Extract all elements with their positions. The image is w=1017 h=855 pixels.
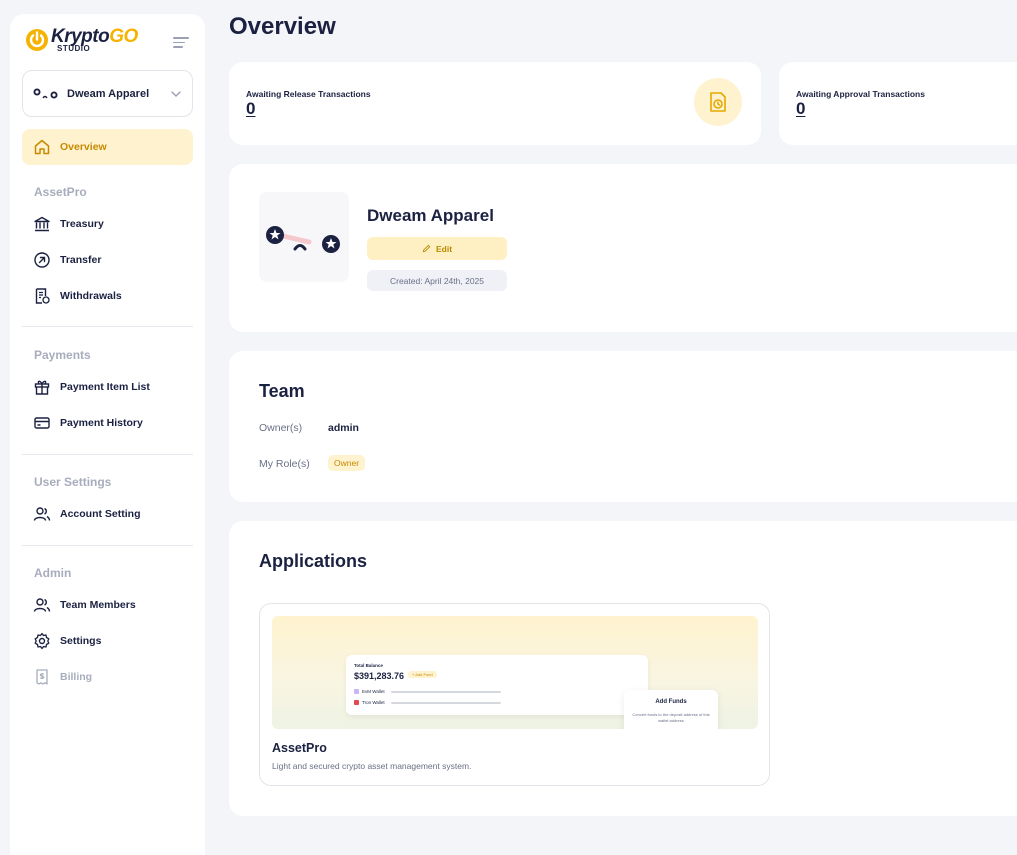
arrow-up-right-icon [34, 252, 50, 268]
sidebar-item-label: Transfer [60, 254, 102, 266]
team-card: Team Owner(s) admin My Role(s) Owner [229, 351, 1017, 502]
home-icon [34, 139, 50, 155]
sidebar-item-label: Payment History [60, 417, 143, 429]
bank-icon [34, 216, 50, 232]
sidebar-item-label: Overview [60, 141, 107, 153]
sidebar-item-label: Withdrawals [60, 290, 122, 302]
sidebar-item-withdrawals[interactable]: Withdrawals [22, 278, 193, 314]
sidebar-item-payment-history[interactable]: Payment History [22, 405, 193, 441]
app-preview-image: Total Balance $391,283.76 + Add Fund EvM… [272, 616, 758, 729]
sidebar-item-label: Treasury [60, 218, 104, 230]
power-icon [26, 29, 48, 51]
preview-balance: $391,283.76 [354, 671, 405, 681]
sidebar-divider [22, 326, 193, 327]
org-selector-name: Dweam Apparel [67, 87, 150, 100]
stat-card-awaiting-approval: Awaiting Approval Transactions 0 [779, 62, 1017, 145]
sidebar-item-billing[interactable]: Billing [22, 659, 193, 695]
sidebar-item-transfer[interactable]: Transfer [22, 242, 193, 278]
credit-card-icon [34, 417, 50, 429]
sidebar-item-label: Settings [60, 635, 102, 647]
gift-icon [34, 380, 50, 395]
sidebar-item-overview[interactable]: Overview [22, 129, 193, 165]
owner-label: Owner(s) [259, 422, 303, 434]
sidebar-divider [22, 545, 193, 546]
sidebar-item-account-setting[interactable]: Account Setting [22, 496, 193, 532]
menu-collapse-icon[interactable] [173, 37, 189, 49]
edit-button-label: Edit [435, 243, 453, 254]
sidebar-divider [22, 454, 193, 455]
org-logo [259, 192, 349, 282]
pencil-icon [422, 244, 431, 253]
org-name: Dweam Apparel [367, 206, 494, 225]
users-icon [33, 507, 51, 521]
sidebar-item-label: Payment Item List [60, 381, 150, 393]
stat-card-awaiting-release: Awaiting Release Transactions 0 [229, 62, 761, 145]
stat-label: Awaiting Approval Transactions [796, 89, 925, 99]
org-avatar [33, 88, 58, 98]
sidebar-item-team-members[interactable]: Team Members [22, 587, 193, 623]
stat-value-awaiting-release[interactable]: 0 [246, 99, 255, 119]
preview-balance-label: Total Balance [354, 663, 383, 668]
created-date: Created: April 24th, 2025 [367, 270, 507, 291]
sidebar-item-label: Billing [60, 671, 93, 683]
app-description: Light and secured crypto asset managemen… [272, 761, 472, 771]
section-title-admin: Admin [34, 566, 72, 580]
sidebar-item-treasury[interactable]: Treasury [22, 206, 193, 242]
app-name: AssetPro [272, 741, 327, 755]
chevron-down-icon [171, 90, 181, 97]
preview-wallet-1: EvM Wallet [362, 689, 385, 694]
owner-value: admin [328, 422, 359, 434]
app-card-assetpro[interactable]: Total Balance $391,283.76 + Add Fund EvM… [259, 603, 770, 786]
sidebar-item-payment-item-list[interactable]: Payment Item List [22, 369, 193, 405]
applications-card: Applications Total Balance $391,283.76 +… [229, 521, 1017, 816]
preview-popup-text: Convert funds to the deposit address of … [632, 712, 710, 723]
org-selector[interactable]: Dweam Apparel [22, 70, 193, 117]
role-badge: Owner [328, 455, 366, 471]
brand-name-accent: GO [109, 26, 138, 47]
gear-icon [34, 632, 50, 650]
sidebar-item-label: Account Setting [60, 508, 141, 520]
stat-icon [694, 78, 742, 126]
users-icon [33, 598, 51, 612]
receipt-icon [35, 288, 50, 304]
org-card: Dweam Apparel Edit Created: April 24th, … [229, 164, 1017, 332]
section-title-assetpro: AssetPro [34, 185, 87, 199]
sidebar-item-label: Team Members [60, 599, 136, 611]
preview-popup-title: Add Funds [655, 699, 687, 705]
section-title-user-settings: User Settings [34, 475, 112, 489]
edit-button[interactable]: Edit [367, 237, 507, 260]
stat-value-awaiting-approval[interactable]: 0 [796, 99, 805, 119]
applications-title: Applications [259, 551, 368, 571]
document-clock-icon [710, 92, 726, 112]
bill-icon [36, 669, 48, 685]
role-label: My Role(s) [259, 458, 310, 470]
page-title: Overview [229, 13, 336, 40]
section-title-payments: Payments [34, 348, 91, 362]
sidebar: KryptoGO STUDIO Dweam Apparel Overview A… [10, 14, 205, 855]
preview-wallet-2: Tron Wallet [362, 700, 385, 705]
brand-logo[interactable]: KryptoGO STUDIO [25, 27, 138, 53]
sidebar-item-settings[interactable]: Settings [22, 623, 193, 659]
stat-label: Awaiting Release Transactions [246, 89, 371, 99]
preview-add-fund: + Add Fund [408, 671, 437, 678]
team-title: Team [259, 381, 305, 401]
